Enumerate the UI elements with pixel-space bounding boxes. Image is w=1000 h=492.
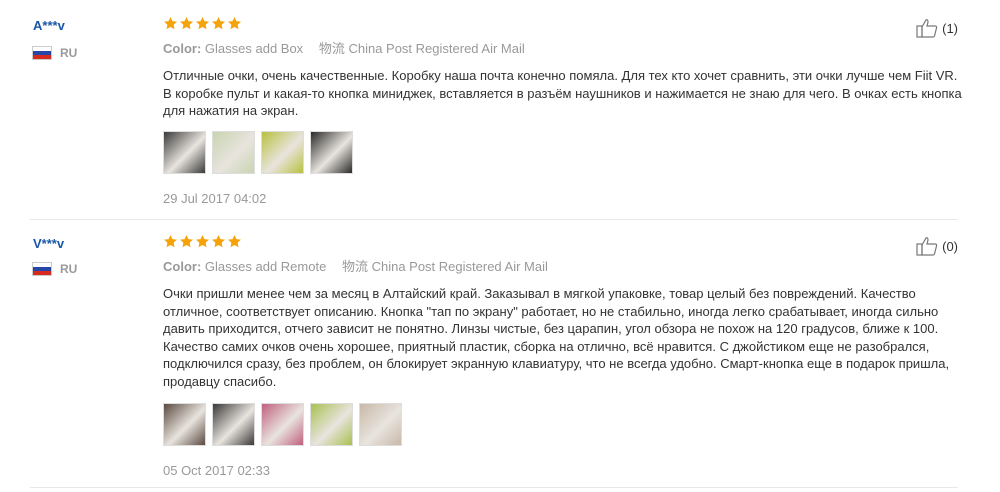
country-code: RU [60,262,78,276]
shipping-label: 物流 [341,259,368,274]
review-item: V***v RU Color: Glasses add Remote 物流 Ch… [30,220,958,488]
helpful-count: (1) [942,20,958,36]
star-icon [163,16,178,31]
thumbs-up-icon [916,19,938,38]
review-photos [163,403,963,446]
russia-flag-icon [32,262,52,276]
review-photo-thumbnail[interactable] [212,130,255,174]
color-value: Glasses add Box [204,41,304,56]
helpful-count: (0) [942,238,958,254]
country-code: RU [60,46,78,60]
shipping-value: China Post Registered Air Mail [371,259,548,274]
review-content: Color: Glasses add Remote 物流 China Post … [163,234,963,478]
helpful-button[interactable]: (1) [916,18,958,38]
shipping-value: China Post Registered Air Mail [348,41,525,56]
review-photo-thumbnail[interactable] [261,130,304,174]
reviewer-name[interactable]: A***v [33,18,65,33]
color-value: Glasses add Remote [204,259,327,274]
color-label: Color: [163,259,202,274]
helpful-button[interactable]: (0) [916,236,958,256]
review-photos [163,130,963,174]
review-item: A***v RU Color: Glasses add Box 物流 China… [30,0,962,220]
review-date: 29 Jul 2017 04:02 [163,190,267,206]
star-icon [179,16,194,31]
review-photo-thumbnail[interactable] [212,403,255,446]
reviewer-country: RU [32,46,77,60]
star-icon [227,234,242,249]
thumbs-up-icon [916,237,938,256]
review-content: Color: Glasses add Box 物流 China Post Reg… [163,16,963,206]
color-label: Color: [163,41,202,56]
review-photo-thumbnail[interactable] [163,130,206,174]
star-rating [163,16,963,32]
review-photo-thumbnail[interactable] [359,403,402,446]
russia-flag-icon [32,46,52,60]
review-text: Отличные очки, очень качественные. Короб… [163,68,962,118]
review-text: Очки пришли менее чем за месяц в Алтайск… [163,286,950,389]
star-icon [227,16,242,31]
star-icon [195,234,210,249]
shipping-label: 物流 [318,41,345,56]
review-photo-thumbnail[interactable] [163,403,206,446]
reviewer-name[interactable]: V***v [33,236,64,251]
star-icon [195,16,210,31]
star-icon [179,234,194,249]
review-photo-thumbnail[interactable] [261,403,304,446]
star-icon [163,234,178,249]
review-meta: Color: Glasses add Remote 物流 China Post … [163,256,963,275]
reviewer-country: RU [32,262,77,276]
review-photo-thumbnail[interactable] [310,130,353,174]
star-icon [211,16,226,31]
review-meta: Color: Glasses add Box 物流 China Post Reg… [163,38,963,57]
review-photo-thumbnail[interactable] [310,403,353,446]
review-date: 05 Oct 2017 02:33 [163,463,270,478]
star-icon [211,234,226,249]
star-rating [163,234,963,250]
